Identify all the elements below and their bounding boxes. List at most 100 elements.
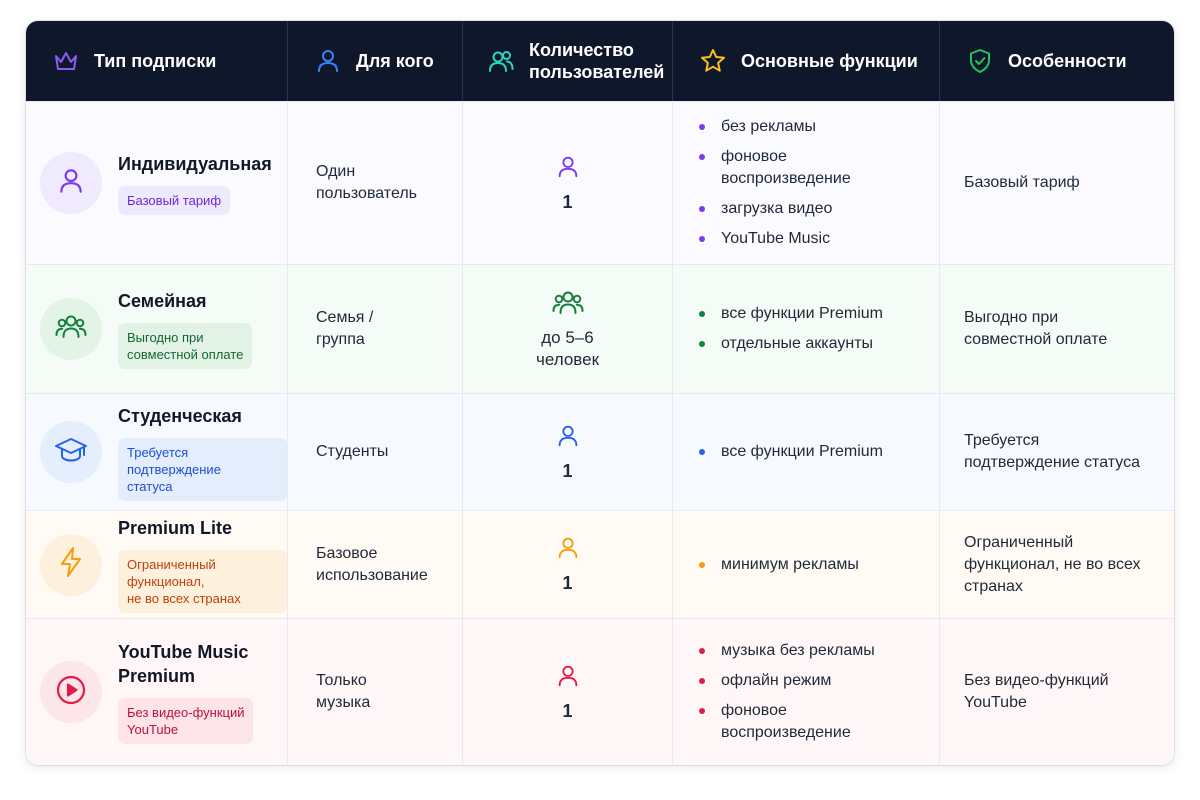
feature-list: без рекламы фоновое воспроизведение загр… bbox=[699, 102, 851, 264]
play-circle-icon bbox=[55, 674, 87, 711]
bullet-dot bbox=[699, 341, 705, 347]
user-icon bbox=[555, 423, 581, 454]
specifics-cell: Базовый тариф bbox=[940, 102, 1174, 264]
bullet-dot bbox=[699, 311, 705, 317]
users-icon bbox=[551, 288, 585, 323]
bullet-dot bbox=[699, 561, 705, 568]
specifics-cell: Без видео-функций YouTube bbox=[940, 619, 1174, 765]
feature-item: загрузка видео bbox=[699, 198, 851, 220]
plan-name: Студенческая bbox=[118, 405, 242, 426]
user-icon bbox=[555, 154, 581, 185]
user-icon bbox=[555, 535, 581, 566]
bullet-dot bbox=[699, 206, 705, 212]
type-cell: Premium Lite Ограниченный функционал, не… bbox=[26, 511, 288, 618]
header-for-label: Для кого bbox=[356, 51, 434, 71]
for-cell: Один пользователь bbox=[288, 102, 463, 264]
header-for: Для кого bbox=[288, 21, 463, 101]
feature-label: все функции Premium bbox=[721, 305, 883, 322]
plan-audience: Студенты bbox=[316, 443, 389, 460]
type-icon-circle bbox=[40, 152, 102, 214]
feature-list: минимум рекламы bbox=[699, 511, 859, 618]
plan-badge: Без видео-функций YouTube bbox=[118, 698, 254, 744]
feature-label: загрузка видео bbox=[721, 200, 833, 217]
plan-specifics: Ограниченный функционал, не во всех стра… bbox=[964, 533, 1141, 595]
for-cell: Базовое использование bbox=[288, 511, 463, 618]
feature-item: музыка без рекламы bbox=[699, 640, 875, 662]
feature-item: все функции Premium bbox=[699, 303, 883, 325]
bullet-dot bbox=[699, 154, 705, 160]
plan-specifics: Выгодно при совместной оплате bbox=[964, 309, 1108, 348]
type-icon-circle bbox=[40, 298, 102, 360]
lightning-icon bbox=[56, 546, 86, 583]
table-header: Тип подписки Для кого Количество пользов… bbox=[26, 21, 1174, 101]
user-count: 1 bbox=[562, 573, 573, 593]
feature-label: фоновое воспроизведение bbox=[721, 148, 851, 187]
feature-list: все функции Premium bbox=[699, 394, 883, 510]
feature-label: все функции Premium bbox=[721, 443, 883, 460]
plan-name: Premium Lite bbox=[118, 518, 233, 538]
plan-specifics: Требуется подтверждение статуса bbox=[964, 432, 1140, 471]
table-row: Студенческая Требуется подтверждение ста… bbox=[26, 393, 1174, 510]
bullet-dot bbox=[699, 449, 705, 455]
table-row: Индивидуальная Базовый тариф Один пользо… bbox=[26, 101, 1174, 264]
plan-name: Индивидуальная bbox=[118, 153, 272, 174]
features-cell: минимум рекламы bbox=[673, 511, 940, 618]
table-row: Семейная Выгодно при совместной оплате С… bbox=[26, 264, 1174, 393]
features-cell: все функции Premium отдельные аккаунты bbox=[673, 265, 940, 393]
header-features-label: Основные функции bbox=[741, 51, 918, 71]
feature-label: отдельные аккаунты bbox=[721, 335, 874, 352]
feature-item: фоновое воспроизведение bbox=[699, 146, 851, 190]
feature-item: без рекламы bbox=[699, 116, 851, 138]
type-cell: Семейная Выгодно при совместной оплате bbox=[26, 265, 288, 393]
feature-label: минимум рекламы bbox=[721, 555, 859, 573]
header-count-label: Количество пользователей bbox=[529, 40, 665, 82]
user-icon bbox=[56, 166, 86, 201]
plan-specifics: Без видео-функций YouTube bbox=[964, 672, 1109, 711]
plan-audience: Базовое использование bbox=[316, 544, 428, 584]
header-type-label: Тип подписки bbox=[94, 51, 217, 71]
for-cell: Только музыка bbox=[288, 619, 463, 765]
bullet-dot bbox=[699, 124, 705, 130]
header-specifics-label: Особенности bbox=[1008, 51, 1127, 71]
plan-badge: Ограниченный функционал, не во всех стра… bbox=[118, 550, 287, 613]
user-count: 1 bbox=[562, 191, 573, 212]
feature-label: YouTube Music bbox=[721, 230, 831, 247]
feature-item: все функции Premium bbox=[699, 441, 883, 463]
features-cell: все функции Premium bbox=[673, 394, 940, 510]
plan-audience: Семья / группа bbox=[316, 309, 374, 348]
user-icon bbox=[314, 47, 342, 75]
user-icon bbox=[555, 663, 581, 694]
bullet-dot bbox=[699, 648, 705, 654]
plan-name: YouTube Music Premium bbox=[118, 642, 249, 686]
table-row: YouTube Music Premium Без видео-функций … bbox=[26, 618, 1174, 765]
feature-item: отдельные аккаунты bbox=[699, 333, 883, 355]
users-icon bbox=[54, 310, 88, 349]
header-features: Основные функции bbox=[673, 21, 940, 101]
type-icon-circle bbox=[40, 533, 102, 596]
header-type: Тип подписки bbox=[26, 21, 288, 101]
type-cell: Индивидуальная Базовый тариф bbox=[26, 102, 288, 264]
specifics-cell: Выгодно при совместной оплате bbox=[940, 265, 1174, 393]
features-cell: без рекламы фоновое воспроизведение загр… bbox=[673, 102, 940, 264]
count-cell: 1 bbox=[463, 619, 673, 765]
plan-badge: Требуется подтверждение статуса bbox=[118, 437, 287, 501]
specifics-cell: Ограниченный функционал, не во всех стра… bbox=[940, 511, 1174, 618]
graduation-cap-icon bbox=[54, 433, 88, 472]
features-cell: музыка без рекламы офлайн режим фоновое … bbox=[673, 619, 940, 765]
feature-list: музыка без рекламы офлайн режим фоновое … bbox=[699, 619, 875, 765]
user-count: 1 bbox=[562, 460, 573, 481]
users-icon bbox=[487, 47, 515, 75]
feature-label: без рекламы bbox=[721, 118, 817, 135]
header-count: Количество пользователей bbox=[463, 21, 673, 101]
count-cell: 1 bbox=[463, 102, 673, 264]
feature-item: YouTube Music bbox=[699, 228, 851, 250]
plan-name: Семейная bbox=[118, 291, 207, 311]
shield-check-icon bbox=[966, 47, 994, 75]
header-specifics: Особенности bbox=[940, 21, 1174, 101]
type-icon-circle bbox=[40, 661, 102, 723]
bullet-dot bbox=[699, 708, 705, 714]
feature-label: офлайн режим bbox=[721, 672, 832, 689]
for-cell: Семья / группа bbox=[288, 265, 463, 393]
plan-badge: Выгодно при совместной оплате bbox=[118, 323, 253, 369]
subscription-table: Тип подписки Для кого Количество пользов… bbox=[26, 21, 1174, 765]
